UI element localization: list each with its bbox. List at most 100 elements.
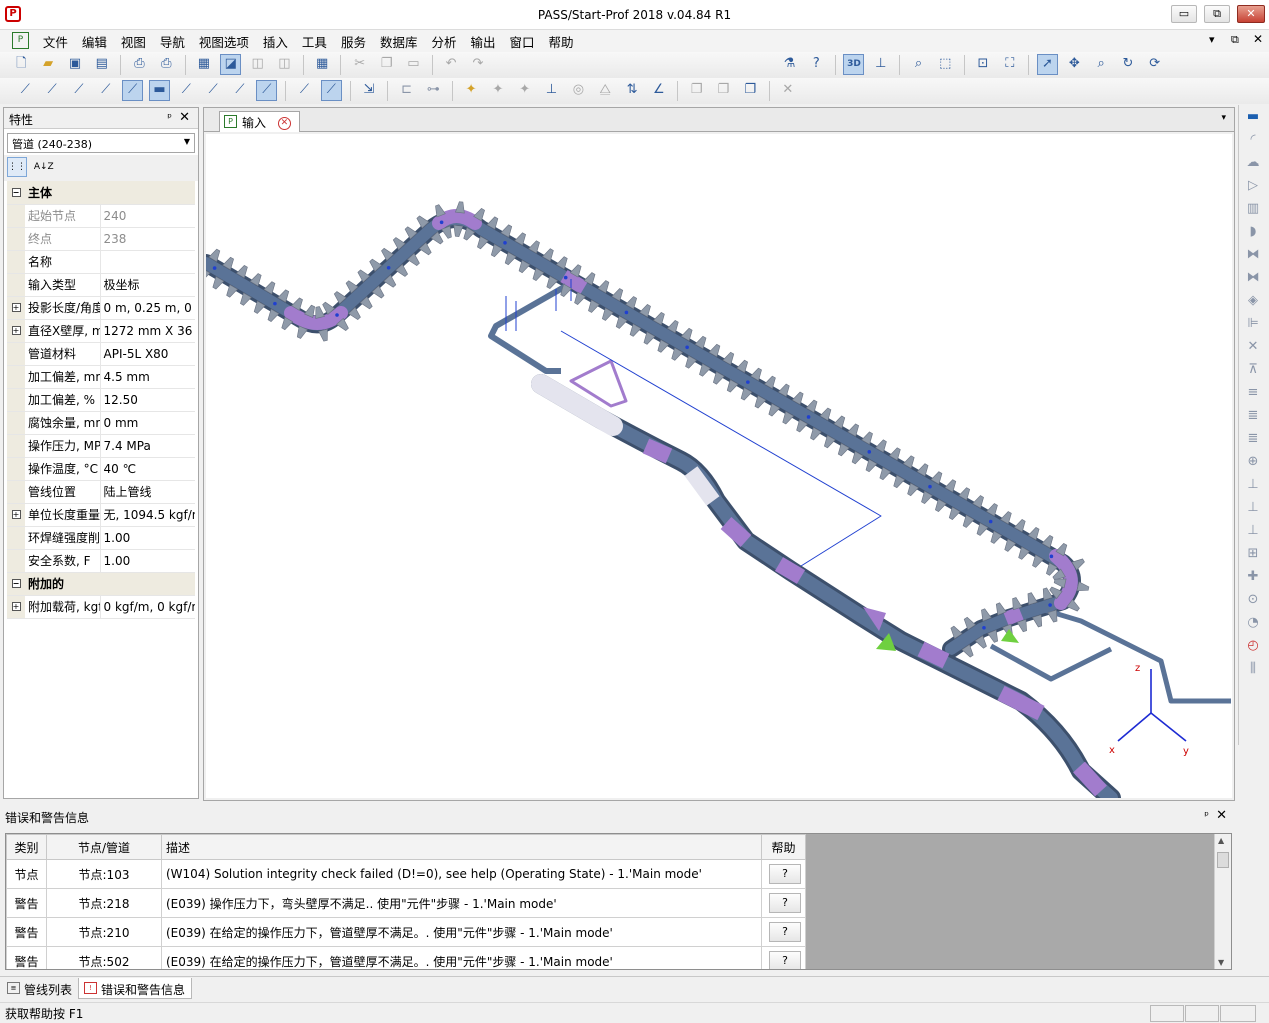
- compensator-palette-icon[interactable]: ⊫: [1242, 313, 1264, 335]
- check-valve-palette-icon[interactable]: ⧓: [1242, 267, 1264, 289]
- scroll-thumb[interactable]: [1217, 852, 1229, 868]
- paste-icon[interactable]: ▭: [403, 54, 424, 75]
- group-icon[interactable]: ❐: [740, 80, 761, 101]
- table-view-icon[interactable]: ▦: [193, 54, 214, 75]
- bend-palette-icon[interactable]: ◜: [1242, 129, 1264, 151]
- close-panel-icon[interactable]: ✕: [1216, 808, 1227, 823]
- save-as-icon[interactable]: ▤: [91, 54, 112, 75]
- guide-palette-icon[interactable]: ≡: [1242, 382, 1264, 404]
- error-row[interactable]: 警告 节点:218 (E039) 操作压力下，弯头壁厚不满足.. 使用"元件"步骤 …: [6, 888, 806, 918]
- help-button[interactable]: ?: [769, 922, 801, 942]
- menu-item-5[interactable]: 插入: [257, 30, 294, 53]
- error-row[interactable]: 警告 节点:502 (E039) 在给定的操作压力下，管道壁厚不满足。. 使用"元件…: [6, 946, 806, 969]
- pipe-tool-1-icon[interactable]: ⟋: [15, 80, 36, 101]
- cut-palette-icon[interactable]: ✕: [1242, 336, 1264, 358]
- help-pointer-icon[interactable]: ?: [806, 54, 827, 75]
- new-file-icon[interactable]: 🗋: [11, 54, 32, 75]
- wand-icon[interactable]: ✦: [461, 80, 482, 101]
- property-value[interactable]: 40 ℃: [100, 457, 195, 481]
- orbit-icon[interactable]: ⟳: [1144, 54, 1165, 75]
- view-cube-icon[interactable]: ⬚: [935, 54, 956, 75]
- collapse-icon[interactable]: −: [11, 187, 21, 197]
- property-row[interactable]: 管线位置 陆上管线: [7, 480, 195, 504]
- reducer-palette-icon[interactable]: ▷: [1242, 175, 1264, 197]
- expander-cell[interactable]: −: [7, 181, 25, 205]
- expand-icon[interactable]: +: [11, 510, 21, 519]
- insert-node-icon[interactable]: ⊏: [396, 80, 417, 101]
- property-row[interactable]: 加工偏差, % 12.50: [7, 388, 195, 412]
- menu-item-8[interactable]: 数据库: [374, 30, 424, 53]
- user-element-palette-icon[interactable]: ◔: [1242, 612, 1264, 634]
- menu-item-6[interactable]: 工具: [296, 30, 333, 53]
- delete-icon[interactable]: ✕: [777, 80, 798, 101]
- property-row[interactable]: 腐蚀余量, mm 0 mm: [7, 411, 195, 435]
- tab-input[interactable]: P 输入 ✕: [219, 111, 300, 132]
- rotate-icon[interactable]: ↻: [1117, 54, 1138, 75]
- help-button[interactable]: ?: [769, 864, 801, 884]
- menu-item-11[interactable]: 窗口: [504, 30, 541, 53]
- pin-icon[interactable]: ᵖ: [1204, 809, 1209, 822]
- property-row[interactable]: + 投影长度/角度0 m, 0.25 m, 0 m: [7, 296, 195, 320]
- nozzle-palette-icon[interactable]: ⊙: [1242, 589, 1264, 611]
- pipe-tool-11-icon[interactable]: ⟋: [294, 80, 315, 101]
- anchor-palette-icon[interactable]: ⊼: [1242, 359, 1264, 381]
- calculator-icon[interactable]: ▦: [312, 54, 333, 75]
- expander-cell[interactable]: +: [7, 503, 25, 527]
- help-button[interactable]: ?: [769, 951, 801, 969]
- small-pipe-loop[interactable]: [488, 279, 1231, 704]
- property-value[interactable]: 陆上管线: [100, 480, 195, 504]
- angle-icon[interactable]: ∠: [648, 80, 669, 101]
- pipe-tool-9-icon[interactable]: ⟋: [229, 80, 250, 101]
- pan-icon[interactable]: ✥: [1064, 54, 1085, 75]
- tab-close-icon[interactable]: ✕: [277, 117, 291, 130]
- property-value[interactable]: 无, 1094.5 kgf/m: [100, 503, 195, 527]
- tab-pipeline-list[interactable]: ≡ 管线列表: [2, 978, 78, 999]
- property-row[interactable]: 终点 238: [7, 227, 195, 251]
- pipe-tool-4-icon[interactable]: ⟋: [95, 80, 116, 101]
- rod-palette-icon[interactable]: ⊕: [1242, 451, 1264, 473]
- support-palette-icon[interactable]: ⊥: [1242, 474, 1264, 496]
- pipe-tool-7-icon[interactable]: ⟋: [176, 80, 197, 101]
- property-row[interactable]: + 直径X壁厚, mm1272 mm X 36: [7, 319, 195, 343]
- property-row[interactable]: 起始节点 240: [7, 204, 195, 228]
- collapse-icon[interactable]: −: [11, 579, 21, 588]
- object-selector-dropdown[interactable]: 管道 (240-238) ▼: [7, 133, 195, 153]
- clone-icon[interactable]: ❐: [686, 80, 707, 101]
- vessel-palette-icon[interactable]: ✚: [1242, 566, 1264, 588]
- print-preview-icon[interactable]: ⎙: [129, 54, 150, 75]
- tree-icon[interactable]: ⊶: [423, 80, 444, 101]
- property-row[interactable]: 操作压力, MPa7.4 MPa: [7, 434, 195, 458]
- pump-palette-icon[interactable]: ⊞: [1242, 543, 1264, 565]
- error-row[interactable]: 警告 节点:210 (E039) 在给定的操作压力下，管道壁厚不满足。. 使用"元件…: [6, 917, 806, 947]
- save-icon[interactable]: ▣: [64, 54, 85, 75]
- mirror-icon[interactable]: ⧋: [595, 80, 616, 101]
- property-row[interactable]: 加工偏差, mm 4.5 mm: [7, 365, 195, 389]
- menu-item-4[interactable]: 视图选项: [193, 30, 255, 53]
- column-header-category[interactable]: 类别: [6, 834, 47, 860]
- column-header-node[interactable]: 节点/管道: [46, 834, 162, 860]
- expander-cell[interactable]: −: [7, 572, 25, 596]
- move-icon[interactable]: ⇅: [622, 80, 643, 101]
- errors-scrollbar[interactable]: ▲ ▼: [1214, 834, 1231, 969]
- property-value[interactable]: 1.00: [100, 526, 195, 550]
- expand-icon[interactable]: +: [11, 326, 21, 335]
- menu-item-10[interactable]: 输出: [464, 30, 501, 53]
- property-row[interactable]: 名称: [7, 250, 195, 274]
- pipe-tool-12-icon[interactable]: ⟋: [320, 80, 342, 101]
- zoom-extents-icon[interactable]: ⛶: [999, 54, 1020, 75]
- property-value[interactable]: 0 mm: [100, 411, 195, 435]
- property-value[interactable]: 7.4 MPa: [100, 434, 195, 458]
- mdi-restore-button[interactable]: ⧉: [1231, 33, 1239, 47]
- snubber-palette-icon[interactable]: ⊥: [1242, 520, 1264, 542]
- pipe-tool-6-icon[interactable]: ▬: [148, 80, 170, 101]
- error-row[interactable]: 节点 节点:103 (W104) Solution integrity check …: [6, 859, 806, 889]
- property-value[interactable]: [100, 250, 195, 274]
- valve-palette-icon[interactable]: ⧓: [1242, 244, 1264, 266]
- graph-icon[interactable]: ⚗: [779, 54, 800, 75]
- column-header-description[interactable]: 描述: [161, 834, 762, 860]
- menu-item-9[interactable]: 分析: [425, 30, 462, 53]
- open-folder-icon[interactable]: ▰: [38, 54, 59, 75]
- expansion-joint-palette-icon[interactable]: ◈: [1242, 290, 1264, 312]
- find-icon[interactable]: ⌕: [908, 54, 929, 75]
- tab-menu-arrow-icon[interactable]: ▾: [1221, 113, 1226, 123]
